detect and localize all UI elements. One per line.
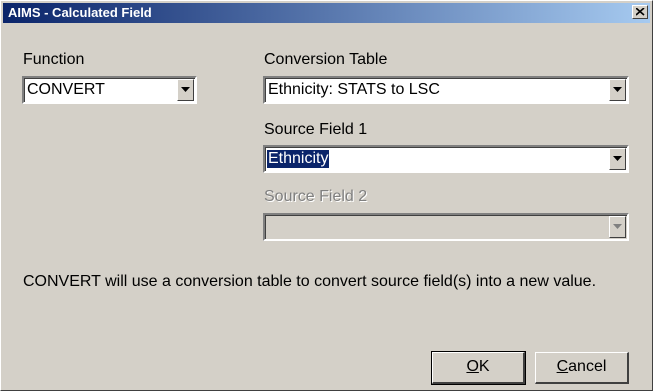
conversion-table-select[interactable]: Ethnicity: STATS to LSC	[263, 76, 629, 104]
close-button[interactable]	[632, 5, 648, 19]
source-field-2-label: Source Field 2	[264, 188, 368, 205]
dialog-window: AIMS - Calculated Field Function CONVERT…	[0, 0, 653, 391]
function-dropdown-button[interactable]	[177, 79, 194, 101]
ok-label: K	[478, 358, 490, 375]
source-field-1-value: Ethnicity	[267, 150, 330, 168]
title-bar[interactable]: AIMS - Calculated Field	[3, 3, 650, 23]
conversion-table-label: Conversion Table	[264, 51, 388, 68]
source-field-1-select[interactable]: Ethnicity	[263, 145, 629, 173]
function-description: CONVERT will use a conversion table to c…	[23, 273, 597, 290]
chevron-down-icon	[613, 156, 622, 161]
window-title: AIMS - Calculated Field	[8, 5, 152, 20]
ok-button[interactable]: OK	[431, 351, 526, 385]
source-field-1-dropdown-button[interactable]	[609, 148, 626, 170]
chevron-down-icon	[613, 87, 622, 92]
cancel-button[interactable]: Cancel	[535, 352, 629, 384]
source-field-2-dropdown-button	[609, 216, 626, 238]
chevron-down-icon	[181, 87, 190, 92]
conversion-table-dropdown-button[interactable]	[609, 79, 626, 101]
function-label: Function	[23, 51, 85, 68]
source-field-1-label: Source Field 1	[264, 121, 368, 138]
source-field-2-select	[263, 213, 629, 241]
chevron-down-icon	[613, 224, 622, 229]
close-icon	[636, 8, 645, 16]
ok-accelerator: O	[466, 358, 479, 375]
function-value: CONVERT	[27, 81, 105, 98]
conversion-table-value: Ethnicity: STATS to LSC	[268, 81, 440, 98]
cancel-accelerator: C	[556, 358, 569, 375]
cancel-label: ancel	[568, 358, 607, 375]
function-select[interactable]: CONVERT	[22, 76, 197, 104]
